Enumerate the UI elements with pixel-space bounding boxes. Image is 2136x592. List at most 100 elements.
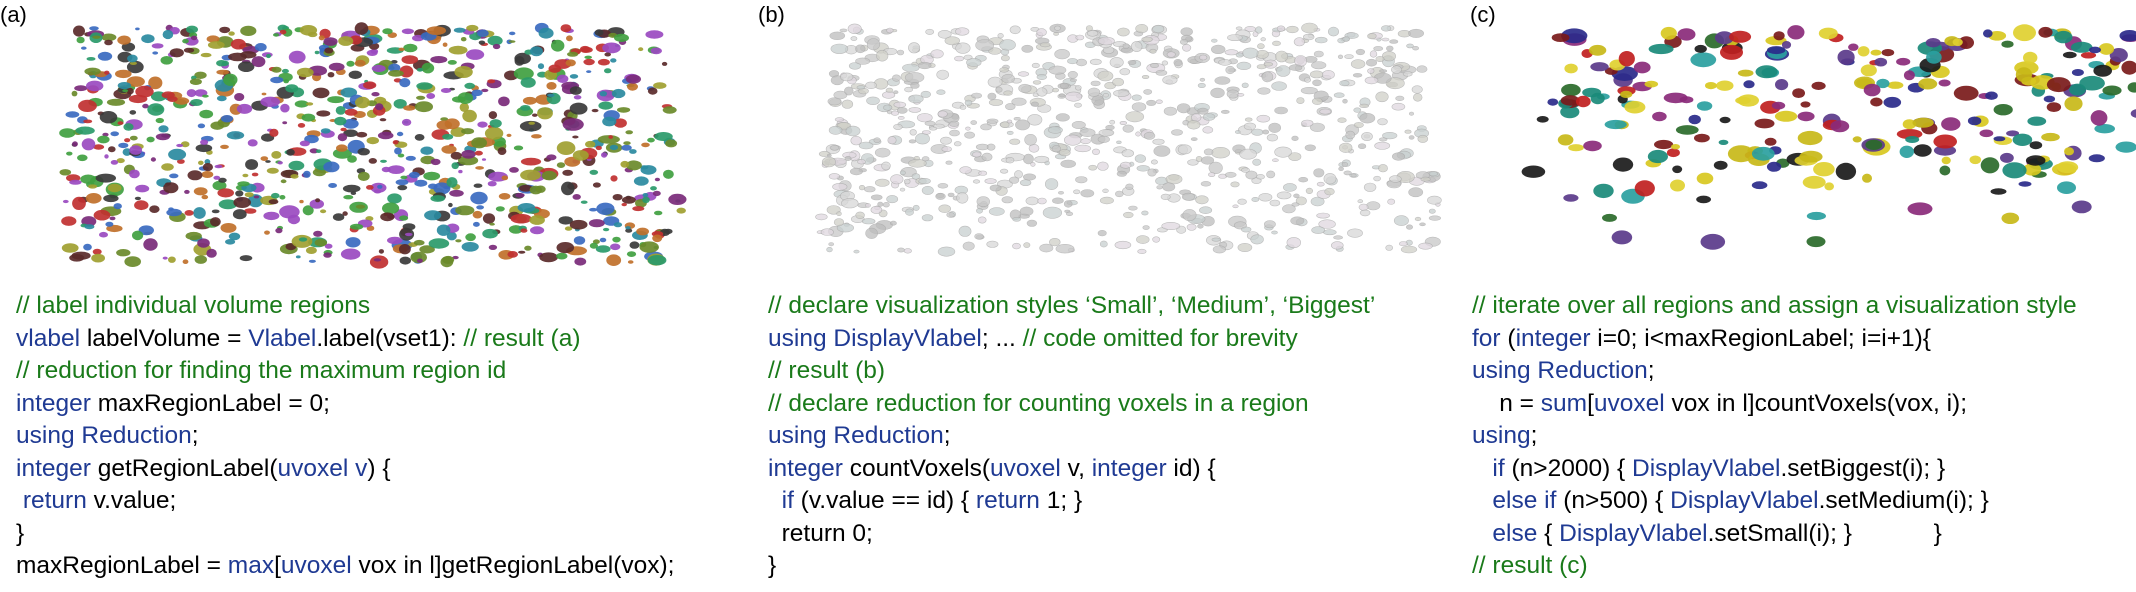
region-blob [336,144,348,152]
region-blob [185,231,202,241]
region-blob [1149,48,1157,54]
region-blob [104,70,110,75]
region-blob [1564,63,1578,74]
region-blob [214,164,223,169]
region-blob [313,230,323,237]
region-blob [2064,96,2083,111]
region-blob [446,177,458,188]
region-blob [266,167,279,174]
region-blob [396,131,404,137]
region-blob [623,141,631,145]
region-blob [1705,82,1717,90]
region-blob [1039,42,1051,48]
region-blob [583,58,595,66]
region-blob [1065,91,1083,102]
region-blob [369,255,389,269]
region-blob [2018,181,2032,187]
region-blob [1941,117,1961,131]
region-blob [1319,108,1332,115]
region-blob [1322,229,1337,236]
volume-render-image [815,22,1442,257]
region-blob [337,133,348,142]
region-blob [1241,82,1249,88]
region-blob [368,158,377,164]
region-blob [357,171,370,181]
code-text: vox in l]getRegionLabel(vox); [351,552,675,579]
region-blob [240,25,257,36]
region-blob [1802,175,1826,189]
code-keyword: else if [1492,487,1557,514]
region-blob [1417,134,1429,143]
region-blob [1378,164,1388,173]
region-blob [162,256,168,260]
region-blob [1153,145,1171,157]
region-blob [1197,223,1204,229]
region-blob [873,137,881,143]
region-blob [866,96,880,106]
region-blob [1199,206,1213,214]
region-blob [845,125,861,137]
region-blob [629,149,637,154]
region-blob [498,96,510,107]
region-blob [315,198,321,203]
region-blob [1149,62,1159,68]
region-blob [861,218,876,225]
region-blob [110,160,119,165]
region-blob [1382,131,1398,140]
region-blob [2002,162,2027,179]
region-blob [988,99,1004,106]
region-blob [71,90,78,97]
region-blob [1162,75,1178,85]
region-blob [1624,100,1646,114]
region-blob [461,242,479,252]
region-blob [379,118,387,122]
region-blob [610,243,621,251]
region-blob [488,111,498,120]
region-blob [1117,27,1130,37]
region-blob [962,241,975,251]
code-line: // iterate over all regions and assign a… [1472,290,2077,323]
region-blob [189,78,202,85]
region-blob [589,169,599,175]
region-blob [1343,170,1352,176]
region-blob [611,88,626,99]
region-blob [387,165,405,175]
region-blob [452,96,466,103]
region-blob [1064,134,1082,146]
region-blob [1054,25,1061,31]
region-blob [288,50,306,64]
code-keyword: integer [768,454,843,482]
region-blob [908,107,922,113]
region-blob [1551,33,1570,42]
region-blob [109,216,116,221]
region-blob [1324,187,1335,196]
region-blob [1428,208,1436,214]
region-blob [855,57,871,65]
code-text: v, [1060,454,1092,482]
region-blob [1933,134,1957,149]
code-text: [ [274,552,281,579]
region-blob [601,152,608,158]
region-blob [442,255,455,264]
region-blob [1359,112,1376,124]
region-blob [524,245,532,251]
region-blob [402,223,416,231]
code-line: using Reduction; [1472,355,2077,388]
region-blob [97,135,110,144]
region-blob [1122,124,1134,133]
region-blob [72,141,78,147]
region-blob [97,51,113,61]
region-blob [344,108,358,116]
code-line: return 0; [768,518,1375,551]
region-blob [1208,172,1216,177]
region-blob [400,175,408,180]
region-blob [653,82,667,89]
region-blob [1074,144,1092,153]
region-blob [85,193,102,204]
region-blob [2062,51,2077,59]
region-blob [2121,60,2136,75]
region-blob [870,205,883,214]
region-blob [892,74,901,82]
region-blob [1272,40,1281,47]
region-blob [629,241,640,249]
